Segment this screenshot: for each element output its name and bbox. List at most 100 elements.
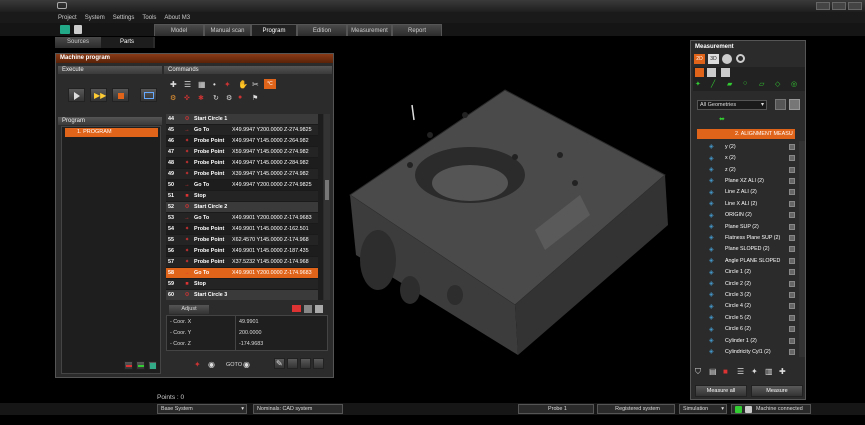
- cone-geom-icon[interactable]: ◇: [775, 80, 780, 88]
- geometry-item[interactable]: ◈ Cylinder 1 (2): [699, 335, 795, 347]
- point-icon[interactable]: ✱: [198, 94, 204, 102]
- add-geom-icon[interactable]: ✚: [779, 367, 786, 376]
- visibility-checkbox[interactable]: [789, 337, 795, 344]
- maximize-button[interactable]: [832, 2, 846, 10]
- command-scrollbar[interactable]: [324, 114, 330, 300]
- geometry-item[interactable]: ◈ Plane SLOPED (2): [699, 244, 795, 256]
- document-icon[interactable]: [74, 25, 82, 34]
- cylinder-geom-icon[interactable]: ▱: [759, 80, 764, 88]
- tab-manual-scan[interactable]: Manual scan: [204, 24, 251, 36]
- geometry-item[interactable]: ◈ Angle PLANE SLOPED: [699, 255, 795, 267]
- command-row[interactable]: 54 ✦ Probe Point X49.9901 Y145.0000 Z-162.5…: [166, 224, 318, 235]
- base-system-select[interactable]: Base System ▾: [157, 404, 247, 414]
- delete-program-button[interactable]: [124, 361, 133, 370]
- play-button[interactable]: [68, 88, 85, 102]
- visibility-checkbox[interactable]: [789, 269, 795, 276]
- rotate-icon[interactable]: ↻: [213, 94, 219, 102]
- gear-icon[interactable]: ⚙: [226, 94, 232, 102]
- circle-geom-icon[interactable]: ○: [743, 80, 747, 87]
- filter-icon[interactable]: [736, 54, 745, 63]
- coor-z-value[interactable]: -174.9683: [239, 341, 263, 347]
- probe-icon[interactable]: ✦: [224, 80, 231, 89]
- visibility-checkbox[interactable]: [789, 291, 795, 298]
- close-button[interactable]: [848, 2, 862, 10]
- eye-icon[interactable]: ◉: [208, 360, 215, 369]
- visibility-checkbox[interactable]: [789, 314, 795, 321]
- command-row[interactable]: 56 ✦ Probe Point X49.9901 Y145.0000 Z-187.4…: [166, 246, 318, 257]
- geometry-item[interactable]: ◈ Circle 4 (2): [699, 301, 795, 313]
- geometry-item[interactable]: ◈ Cylindricity Cyl1 (2): [699, 346, 795, 358]
- funnel-icon[interactable]: ⛉: [695, 367, 701, 377]
- wrench-icon[interactable]: ✚: [170, 80, 177, 89]
- probe-tool-icon[interactable]: ✦: [194, 360, 201, 369]
- delete-geom-icon[interactable]: ■: [723, 367, 728, 376]
- command-row[interactable]: 53 → Go To X49.9901 Y200.0000 Z-174.9683: [166, 213, 318, 224]
- program-item[interactable]: 1. PROGRAM: [65, 128, 158, 137]
- cad-part-viewport[interactable]: [290, 75, 690, 395]
- measurement-scrollbar[interactable]: [799, 141, 805, 357]
- geometry-item[interactable]: ◈ Line Z ALI (2): [699, 187, 795, 199]
- report-icon[interactable]: ▤: [709, 367, 717, 376]
- command-row[interactable]: 47 ✦ Probe Point X59.9947 Y145.0000 Z-274.9…: [166, 147, 318, 158]
- trash-icon[interactable]: [304, 305, 312, 313]
- frame-tool-button[interactable]: [287, 358, 298, 369]
- command-row[interactable]: 52 ⚙ Start Circle 2: [166, 202, 318, 213]
- geometry-filter-select[interactable]: All Geometries ▾: [697, 100, 767, 110]
- visibility-checkbox[interactable]: [789, 303, 795, 310]
- dot-icon[interactable]: •: [213, 80, 216, 89]
- tab-sources[interactable]: Sources: [55, 37, 101, 48]
- tree-icon[interactable]: [60, 25, 70, 34]
- visibility-checkbox[interactable]: [789, 143, 795, 150]
- command-row[interactable]: 58 → Go To X49.9901 Y200.0000 Z-174.9683: [166, 268, 318, 279]
- visibility-checkbox[interactable]: [789, 177, 795, 184]
- fast-forward-button[interactable]: ▶▶: [90, 88, 107, 102]
- coor-y-value[interactable]: 200.0000: [239, 330, 261, 336]
- menu-project[interactable]: Project: [58, 15, 77, 21]
- minimize-button[interactable]: [816, 2, 830, 10]
- geometry-item[interactable]: ◈ Circle 6 (2): [699, 323, 795, 335]
- visibility-checkbox[interactable]: [789, 326, 795, 333]
- pencil-button[interactable]: ✎: [274, 358, 285, 369]
- grid-icon[interactable]: ▦: [198, 80, 206, 89]
- visibility-checkbox[interactable]: [789, 223, 795, 230]
- visibility-checkbox[interactable]: [789, 212, 795, 219]
- square-button[interactable]: [313, 358, 324, 369]
- stop-button[interactable]: [112, 88, 129, 102]
- plane-geom-icon[interactable]: ▰: [727, 80, 732, 88]
- geometry-item[interactable]: ◈ Circle 1 (2): [699, 266, 795, 278]
- command-row[interactable]: 45 → Go To X49.9947 Y200.0000 Z-274.9825: [166, 125, 318, 136]
- copy-icon[interactable]: [315, 305, 323, 313]
- trash-geom-icon[interactable]: ▥: [765, 367, 773, 376]
- geometry-item[interactable]: ◈ Plane SUP (2): [699, 221, 795, 233]
- command-row[interactable]: 51 ■ Stop: [166, 191, 318, 202]
- delete-command-icon[interactable]: [292, 305, 301, 312]
- command-row[interactable]: 57 ✦ Probe Point X37.5232 Y145.0000 Z-174.9…: [166, 257, 318, 268]
- copy-geom-icon[interactable]: [707, 68, 716, 77]
- measure-button[interactable]: Measure: [751, 385, 803, 397]
- command-row[interactable]: 48 ✦ Probe Point X49.9947 Y145.0000 Z-284.9…: [166, 158, 318, 169]
- list-icon[interactable]: ☰: [737, 367, 744, 376]
- geometry-item[interactable]: ◈ Plane XZ ALI (2): [699, 175, 795, 187]
- tab-edition[interactable]: Edition: [297, 24, 347, 36]
- stack-icon[interactable]: ☰: [184, 80, 191, 89]
- command-row[interactable]: 46 ✦ Probe Point X49.9947 Y145.0000 Z-264.9…: [166, 136, 318, 147]
- geometry-item[interactable]: ◈ x (2): [699, 152, 795, 164]
- visibility-checkbox[interactable]: [789, 234, 795, 241]
- select-icon[interactable]: [695, 68, 704, 77]
- menu-settings[interactable]: Settings: [113, 15, 135, 21]
- simulation-select[interactable]: Simulation ▾: [679, 404, 727, 414]
- hand-icon[interactable]: ✋: [238, 80, 248, 89]
- visibility-checkbox[interactable]: [789, 348, 795, 355]
- sphere-geom-icon[interactable]: ◎: [791, 80, 797, 88]
- geometry-item[interactable]: ◈ Circle 5 (2): [699, 312, 795, 324]
- expand-tree-icon[interactable]: ⬌: [719, 115, 725, 123]
- sphere-icon[interactable]: ●: [238, 94, 242, 101]
- command-row[interactable]: 59 ■ Stop: [166, 279, 318, 290]
- visibility-checkbox[interactable]: [789, 280, 795, 287]
- probe-geom-icon[interactable]: ✦: [751, 367, 758, 376]
- geometry-item[interactable]: ◈ z (2): [699, 164, 795, 176]
- visibility-checkbox[interactable]: [789, 166, 795, 173]
- goto-eye-icon[interactable]: ◉: [243, 360, 250, 369]
- visibility-checkbox[interactable]: [789, 189, 795, 196]
- refresh-icon[interactable]: [775, 99, 786, 110]
